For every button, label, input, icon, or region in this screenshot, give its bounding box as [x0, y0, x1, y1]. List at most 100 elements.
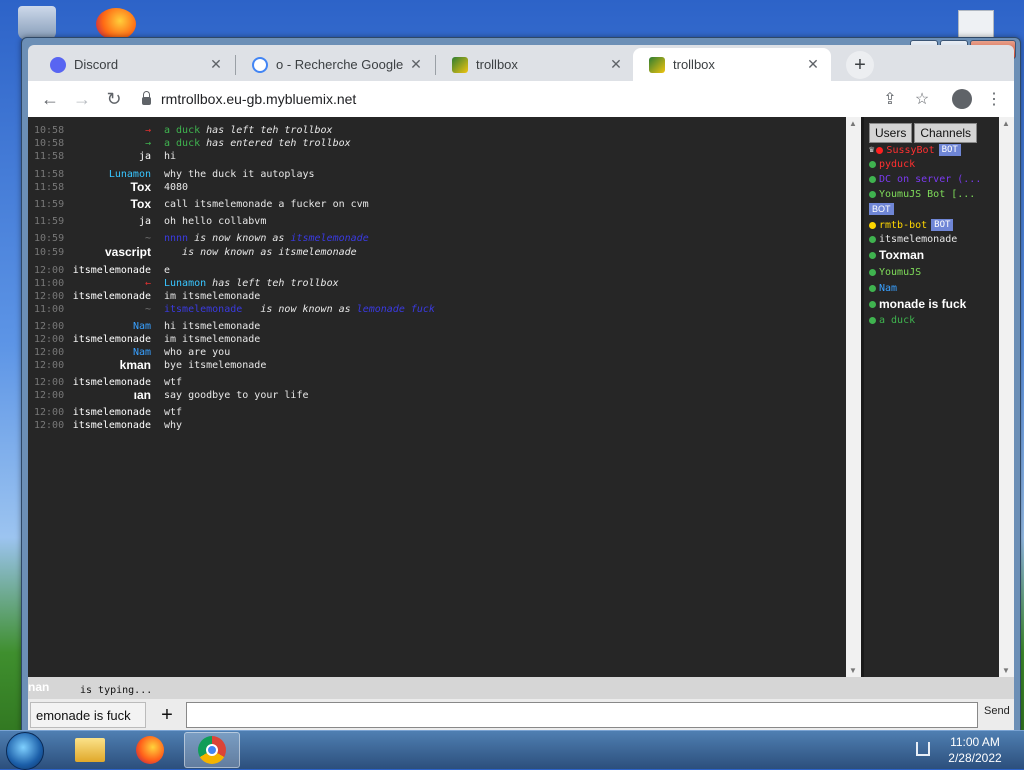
chat-message: 12:00 kman bye itsmelemonade — [28, 359, 843, 372]
tab-trollbox-1[interactable]: trollbox ✕ — [436, 48, 634, 81]
user-name: DC on server (... — [879, 174, 982, 185]
message-nick[interactable]: itsmelemonade — [73, 419, 151, 432]
reload-icon[interactable]: ↻ — [102, 87, 126, 111]
taskbar-chrome[interactable] — [184, 732, 240, 768]
message-text: nnnn is now known as itsmelemonade — [164, 232, 369, 245]
message-nick[interactable]: itsmelemonade — [73, 406, 151, 419]
network-icon[interactable] — [916, 742, 930, 756]
system-text: has left teh trollbox — [200, 125, 333, 136]
message-nick[interactable]: ~ — [145, 303, 151, 316]
message-nick[interactable]: ja — [139, 215, 151, 228]
start-button[interactable] — [6, 732, 44, 770]
user-list-item[interactable]: DC on server (... — [869, 174, 981, 185]
message-nick[interactable]: vascript — [105, 246, 151, 259]
user-list-item[interactable]: pyduck — [869, 159, 915, 170]
tab-google[interactable]: o - Recherche Google ✕ — [236, 48, 434, 81]
message-nick[interactable]: kman — [120, 359, 151, 372]
message-nick[interactable]: ← — [145, 277, 151, 290]
chat-message: 11:59 Tox call itsmelemonade a fucker on c… — [28, 198, 843, 211]
share-icon[interactable]: ⇪ — [878, 87, 902, 111]
status-dot-icon — [869, 269, 876, 276]
message-nick[interactable]: ıan — [134, 389, 151, 402]
tab-trollbox-active[interactable]: trollbox ✕ — [633, 48, 831, 81]
add-button[interactable]: + — [156, 703, 178, 727]
message-nick[interactable]: itsmelemonade — [73, 333, 151, 346]
clock-time: 11:00 AM — [950, 735, 1000, 749]
send-button[interactable]: Send — [984, 705, 1010, 717]
system-text: is now known as itsmelemonade — [164, 247, 357, 258]
user-list-item[interactable]: Toxman — [869, 248, 924, 262]
google-icon — [252, 56, 268, 73]
menu-kebab-icon[interactable]: ⋮ — [982, 87, 1006, 111]
scroll-up-icon[interactable]: ▲ — [1002, 119, 1010, 128]
tab-users[interactable]: Users — [869, 123, 913, 143]
chat-scrollbar[interactable]: ▲ ▼ — [846, 117, 861, 677]
tab-channels[interactable]: Channels — [914, 123, 978, 143]
user-list-item[interactable]: YoumuJS — [869, 267, 921, 278]
status-dot-icon — [869, 317, 876, 324]
message-timestamp: 11:00 — [34, 304, 65, 315]
forward-icon[interactable]: → — [70, 87, 94, 111]
message-nick[interactable]: Nam — [133, 320, 151, 333]
user-list-item[interactable]: a duck — [869, 315, 915, 326]
nickname-field[interactable]: emonade is fuck — [30, 702, 146, 728]
tab-title: trollbox — [673, 57, 715, 72]
user-name: Toxman — [879, 248, 925, 262]
message-nick[interactable]: → — [145, 137, 151, 150]
message-nick[interactable]: ja — [139, 150, 151, 163]
firefox-icon — [136, 736, 164, 764]
chrome-icon — [198, 736, 226, 764]
scroll-down-icon[interactable]: ▼ — [849, 666, 857, 675]
firefox-desktop-icon[interactable] — [96, 8, 136, 40]
taskbar-firefox[interactable] — [122, 732, 178, 768]
sidebar-scrollbar[interactable]: ▲ ▼ — [999, 117, 1014, 677]
message-text: im itsmelemonade — [164, 291, 261, 302]
message-input[interactable] — [186, 702, 978, 728]
sidebar-tabs: Users Channels — [869, 123, 978, 143]
back-icon[interactable]: ← — [38, 87, 62, 111]
message-nick[interactable]: ~ — [145, 232, 151, 245]
lock-icon[interactable] — [142, 91, 151, 105]
user-list-item[interactable]: rmtb-bot BOT — [869, 219, 954, 231]
message-text: a duck has entered teh trollbox — [164, 137, 351, 150]
bookmark-star-icon[interactable]: ☆ — [910, 87, 934, 111]
message-nick[interactable]: → — [145, 124, 151, 137]
address-bar[interactable]: rmtrollbox.eu-gb.mybluemix.net — [138, 85, 878, 113]
user-list-item[interactable]: ♛ SussyBot BOT — [869, 144, 961, 156]
scroll-up-icon[interactable]: ▲ — [849, 119, 857, 128]
profile-icon[interactable] — [950, 87, 974, 111]
user-list-item[interactable]: Nam — [869, 283, 897, 294]
message-nick[interactable]: Tox — [131, 181, 151, 194]
system-new-name: lemonade fuck — [356, 304, 435, 315]
scroll-down-icon[interactable]: ▼ — [1002, 666, 1010, 675]
close-icon[interactable]: ✕ — [408, 56, 424, 73]
system-text: is now known as — [242, 304, 357, 315]
message-text: hi itsmelemonade — [164, 321, 261, 332]
message-timestamp: 12:00 — [34, 291, 65, 302]
recycle-bin-icon[interactable] — [18, 6, 56, 40]
close-icon[interactable]: ✕ — [208, 56, 224, 73]
clock[interactable]: 11:00 AM 2/28/2022 — [940, 734, 1010, 766]
user-list-item[interactable]: itsmelemonade — [869, 234, 957, 245]
message-text: im itsmelemonade — [164, 334, 261, 345]
message-nick[interactable]: Tox — [131, 198, 151, 211]
tab-discord[interactable]: Discord ✕ — [34, 48, 234, 81]
typing-indicator: nan is typing... — [28, 677, 1014, 699]
message-text: wtf — [164, 407, 183, 418]
taskbar-explorer[interactable] — [62, 732, 118, 768]
trollbox-icon — [452, 56, 468, 73]
message-nick[interactable]: itsmelemonade — [73, 264, 151, 277]
message-timestamp: 12:00 — [34, 360, 65, 371]
message-text: Lunamon has left teh trollbox — [164, 277, 339, 290]
user-name: a duck — [879, 315, 916, 326]
chat-message: 11:58 ja hi — [28, 150, 843, 163]
message-text: oh hello collabvm — [164, 216, 267, 227]
close-icon[interactable]: ✕ — [805, 56, 821, 73]
user-list-item[interactable]: monade is fuck — [869, 297, 966, 311]
user-name: itsmelemonade — [879, 234, 958, 245]
user-list-item[interactable]: YoumuJS Bot [... — [869, 189, 975, 200]
chat-log: 10:58 → a duck has left teh trollbox 10:58 →… — [28, 117, 846, 677]
close-icon[interactable]: ✕ — [608, 56, 624, 73]
message-nick[interactable]: itsmelemonade — [73, 290, 151, 303]
new-tab-button[interactable]: + — [846, 51, 874, 79]
